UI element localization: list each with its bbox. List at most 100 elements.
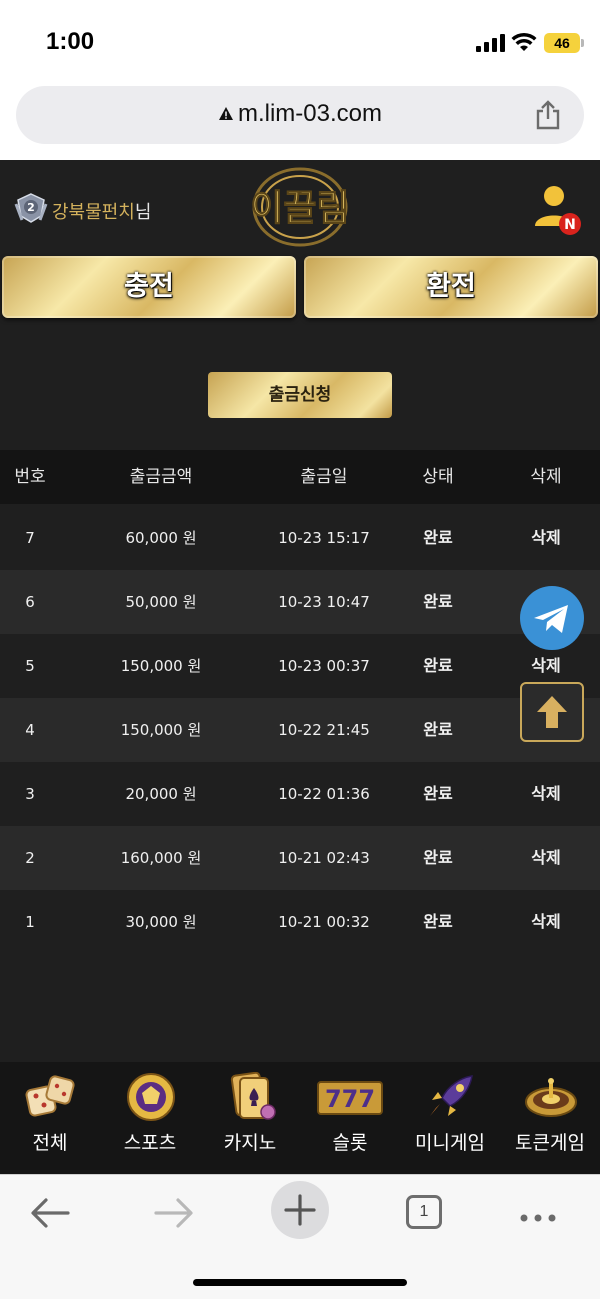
row-amount: 150,000 원	[120, 657, 202, 675]
wifi-icon	[511, 32, 537, 51]
roulette-icon	[525, 1078, 577, 1117]
row-date: 10-22 21:45	[278, 721, 370, 739]
delete-button[interactable]: 삭제	[506, 506, 586, 570]
forward-arrow-icon[interactable]	[144, 1183, 204, 1243]
dice-icon	[25, 1075, 75, 1117]
nav-item-sports[interactable]: 스포츠	[100, 1062, 200, 1174]
row-amount: 160,000 원	[120, 849, 202, 867]
nav-label: 스포츠	[123, 1132, 177, 1154]
row-no: 5	[25, 657, 35, 675]
row-date: 10-21 02:43	[278, 849, 370, 867]
row-date: 10-23 00:37	[278, 657, 370, 675]
table-row: 3 20,000 원 10-22 01:36 완료 삭제	[0, 762, 600, 826]
row-no: 6	[25, 593, 35, 611]
new-tab-button[interactable]	[271, 1181, 329, 1239]
header-amount: 출금금액	[129, 467, 193, 487]
withdrawal-list: 7 60,000 원 10-23 15:17 완료 삭제 6 50,000 원 …	[0, 506, 600, 954]
table-header: 번호 출금금액 출금일 상태 삭제	[0, 450, 600, 504]
table-row: 7 60,000 원 10-23 15:17 완료 삭제	[0, 506, 600, 570]
row-no: 2	[25, 849, 35, 867]
row-no: 4	[25, 721, 35, 739]
row-status: 완료	[423, 720, 453, 739]
delete-button[interactable]: 삭제	[506, 826, 586, 890]
nav-label: 카지노	[223, 1132, 277, 1154]
row-amount: 30,000 원	[125, 913, 197, 931]
row-amount: 150,000 원	[120, 721, 202, 739]
header-date: 출금일	[300, 467, 348, 487]
browser-toolbar: 1	[0, 1174, 600, 1299]
row-date: 10-23 15:17	[278, 529, 370, 547]
nav-item-slot[interactable]: 777 슬롯	[300, 1062, 400, 1174]
share-icon[interactable]	[534, 100, 562, 130]
table-row: 6 50,000 원 10-23 10:47 완료 삭제	[0, 570, 600, 634]
level-badge-icon: 2	[14, 193, 48, 223]
battery-tip	[581, 39, 584, 47]
rocket-icon	[430, 1075, 473, 1116]
nav-label: 슬롯	[332, 1132, 368, 1154]
table-row: 1 30,000 원 10-21 00:32 완료 삭제	[0, 890, 600, 954]
nav-item-all[interactable]: 전체	[0, 1062, 100, 1174]
soccer-ball-icon	[127, 1073, 175, 1121]
svg-text:2: 2	[27, 201, 35, 214]
home-indicator	[193, 1279, 407, 1286]
site-logo[interactable]: 이끌림	[244, 166, 356, 248]
header-no: 번호	[14, 467, 46, 487]
table-row: 5 150,000 원 10-23 00:37 완료 삭제	[0, 634, 600, 698]
row-status: 완료	[423, 656, 453, 675]
nav-item-minigame[interactable]: 미니게임	[400, 1062, 500, 1174]
scroll-to-top-button[interactable]	[520, 682, 584, 742]
nav-label: 미니게임	[415, 1132, 485, 1154]
site-header: 2 강북물펀치님 이끌림 N	[0, 160, 600, 256]
delete-button[interactable]: 삭제	[506, 890, 586, 954]
site-content: 2 강북물펀치님 이끌림 N 충전 환전 출금신청 번호 출금금액 출금일 상태…	[0, 160, 600, 1174]
withdraw-request-tab[interactable]: 출금신청	[208, 372, 392, 418]
battery-indicator: 46	[544, 33, 580, 53]
plus-icon	[284, 1194, 316, 1226]
row-amount: 60,000 원	[125, 529, 197, 547]
slot-777-icon: 777	[317, 1081, 383, 1115]
delete-button[interactable]: 삭제	[506, 762, 586, 826]
username: 강북물펀치	[52, 202, 135, 223]
telegram-icon[interactable]	[520, 586, 584, 650]
nav-item-casino[interactable]: 카지노	[200, 1062, 300, 1174]
charge-button[interactable]: 충전	[2, 256, 296, 318]
status-time: 1:00	[46, 28, 95, 55]
url-display[interactable]: m.lim-03.com	[16, 100, 584, 128]
game-category-nav: 전체 스포츠 카지노 777 슬롯 미니게임 토큰게임	[0, 1062, 600, 1174]
user-greeting: 강북물펀치님	[52, 198, 151, 224]
logo-text: 이끌림	[250, 188, 349, 229]
back-arrow-icon[interactable]	[20, 1183, 80, 1243]
tab-switcher-button[interactable]: 1	[406, 1195, 442, 1229]
nav-item-token-game[interactable]: 토큰게임	[500, 1062, 600, 1174]
table-row: 2 160,000 원 10-21 02:43 완료 삭제	[0, 826, 600, 890]
header-delete: 삭제	[530, 467, 562, 487]
row-status: 완료	[423, 912, 453, 931]
exchange-button[interactable]: 환전	[304, 256, 598, 318]
row-status: 완료	[423, 784, 453, 803]
row-no: 1	[25, 913, 35, 931]
playing-cards-icon	[230, 1072, 276, 1120]
row-amount: 20,000 원	[125, 785, 197, 803]
more-options-icon[interactable]	[508, 1183, 568, 1243]
row-amount: 50,000 원	[125, 593, 197, 611]
table-row: 4 150,000 원 10-22 21:45 완료 삭제	[0, 698, 600, 762]
status-bar: 1:00 46	[0, 0, 600, 80]
nav-label: 토큰게임	[515, 1132, 585, 1154]
row-date: 10-22 01:36	[278, 785, 370, 803]
slot-text: 777	[325, 1085, 375, 1113]
nav-label: 전체	[32, 1132, 68, 1154]
row-status: 완료	[423, 592, 453, 611]
row-no: 3	[25, 785, 35, 803]
profile-icon[interactable]: N	[532, 182, 584, 238]
honorific-suffix: 님	[134, 202, 152, 223]
row-no: 7	[25, 529, 35, 547]
row-status: 완료	[423, 528, 453, 547]
row-status: 완료	[423, 848, 453, 867]
warning-icon	[218, 107, 233, 120]
row-date: 10-21 00:32	[278, 913, 370, 931]
header-status: 상태	[422, 467, 454, 487]
notification-badge: N	[564, 217, 576, 233]
address-bar[interactable]: m.lim-03.com	[16, 86, 584, 144]
row-date: 10-23 10:47	[278, 593, 370, 611]
url-text: m.lim-03.com	[237, 100, 382, 127]
